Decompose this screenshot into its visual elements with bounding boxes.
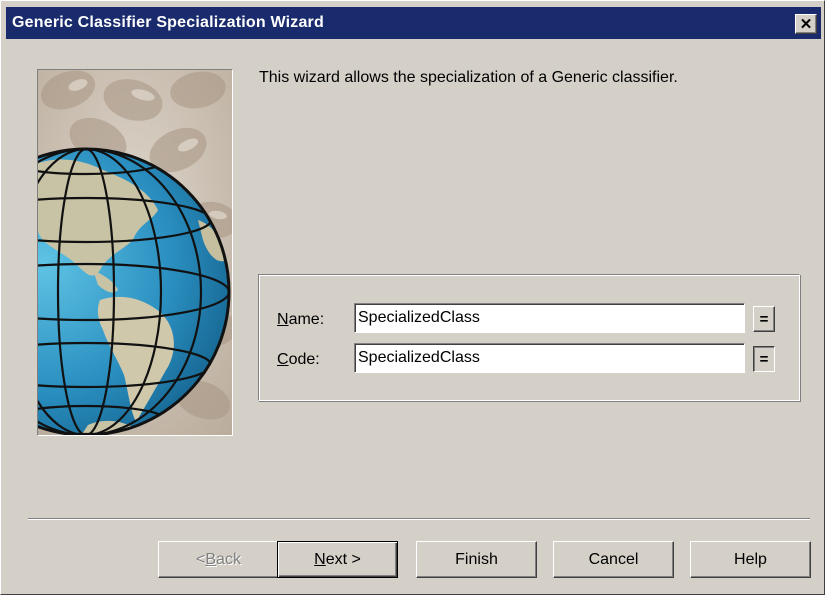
next-button-mnemonic: N — [314, 550, 326, 568]
window-title: Generic Classifier Specialization Wizard — [12, 14, 324, 31]
back-button-prefix: < — [196, 550, 206, 568]
next-button[interactable]: Next > — [277, 541, 398, 578]
back-button[interactable]: < Back — [158, 541, 279, 578]
wizard-banner-image — [37, 69, 233, 436]
code-label-text: ode: — [288, 351, 320, 368]
name-label: Name: — [277, 311, 324, 329]
close-button[interactable]: ✕ — [795, 14, 817, 34]
wizard-description: This wizard allows the specialization of… — [259, 69, 678, 86]
code-label: Code: — [277, 351, 320, 369]
wizard-dialog: Generic Classifier Specialization Wizard… — [0, 0, 825, 595]
code-label-mnemonic: C — [277, 351, 289, 368]
finish-button-label: Finish — [455, 550, 498, 568]
name-input[interactable] — [354, 303, 745, 333]
next-button-text: ext > — [325, 550, 361, 568]
back-button-text: ack — [216, 550, 241, 568]
name-label-text: ame: — [288, 311, 325, 328]
title-bar[interactable]: Generic Classifier Specialization Wizard… — [6, 7, 821, 39]
name-label-mnemonic: N — [277, 311, 289, 328]
globe-icon — [38, 70, 232, 435]
help-button-label: Help — [734, 550, 767, 568]
back-button-mnemonic: B — [205, 550, 217, 568]
close-icon: ✕ — [799, 15, 813, 33]
help-button[interactable]: Help — [690, 541, 811, 578]
name-sync-button[interactable]: = — [753, 306, 775, 332]
equals-icon: = — [759, 310, 769, 328]
fields-groupbox — [258, 274, 800, 401]
cancel-button[interactable]: Cancel — [553, 541, 674, 578]
code-input[interactable] — [354, 343, 745, 373]
code-sync-button[interactable]: = — [753, 346, 775, 372]
finish-button[interactable]: Finish — [416, 541, 537, 578]
cancel-button-label: Cancel — [588, 550, 639, 568]
button-separator — [28, 518, 810, 520]
equals-icon: = — [759, 350, 769, 368]
